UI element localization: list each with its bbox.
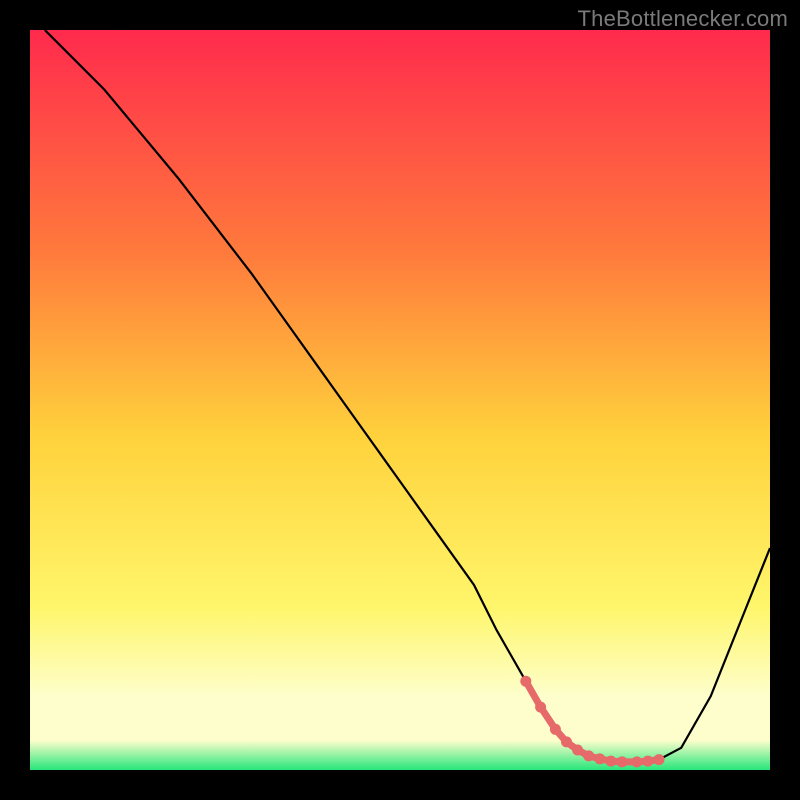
optimal-marker — [535, 702, 546, 713]
optimal-marker — [617, 756, 628, 767]
optimal-marker — [550, 724, 561, 735]
optimal-marker — [631, 756, 642, 767]
optimal-marker — [520, 676, 531, 687]
optimal-marker — [572, 745, 583, 756]
bottleneck-chart — [30, 30, 770, 770]
optimal-marker — [561, 736, 572, 747]
gradient-background — [30, 30, 770, 770]
optimal-marker — [642, 756, 653, 767]
chart-frame — [30, 30, 770, 770]
watermark-label: TheBottlenecker.com — [578, 6, 788, 32]
optimal-marker — [654, 754, 665, 765]
optimal-marker — [594, 753, 605, 764]
optimal-marker — [605, 756, 616, 767]
optimal-marker — [583, 750, 594, 761]
